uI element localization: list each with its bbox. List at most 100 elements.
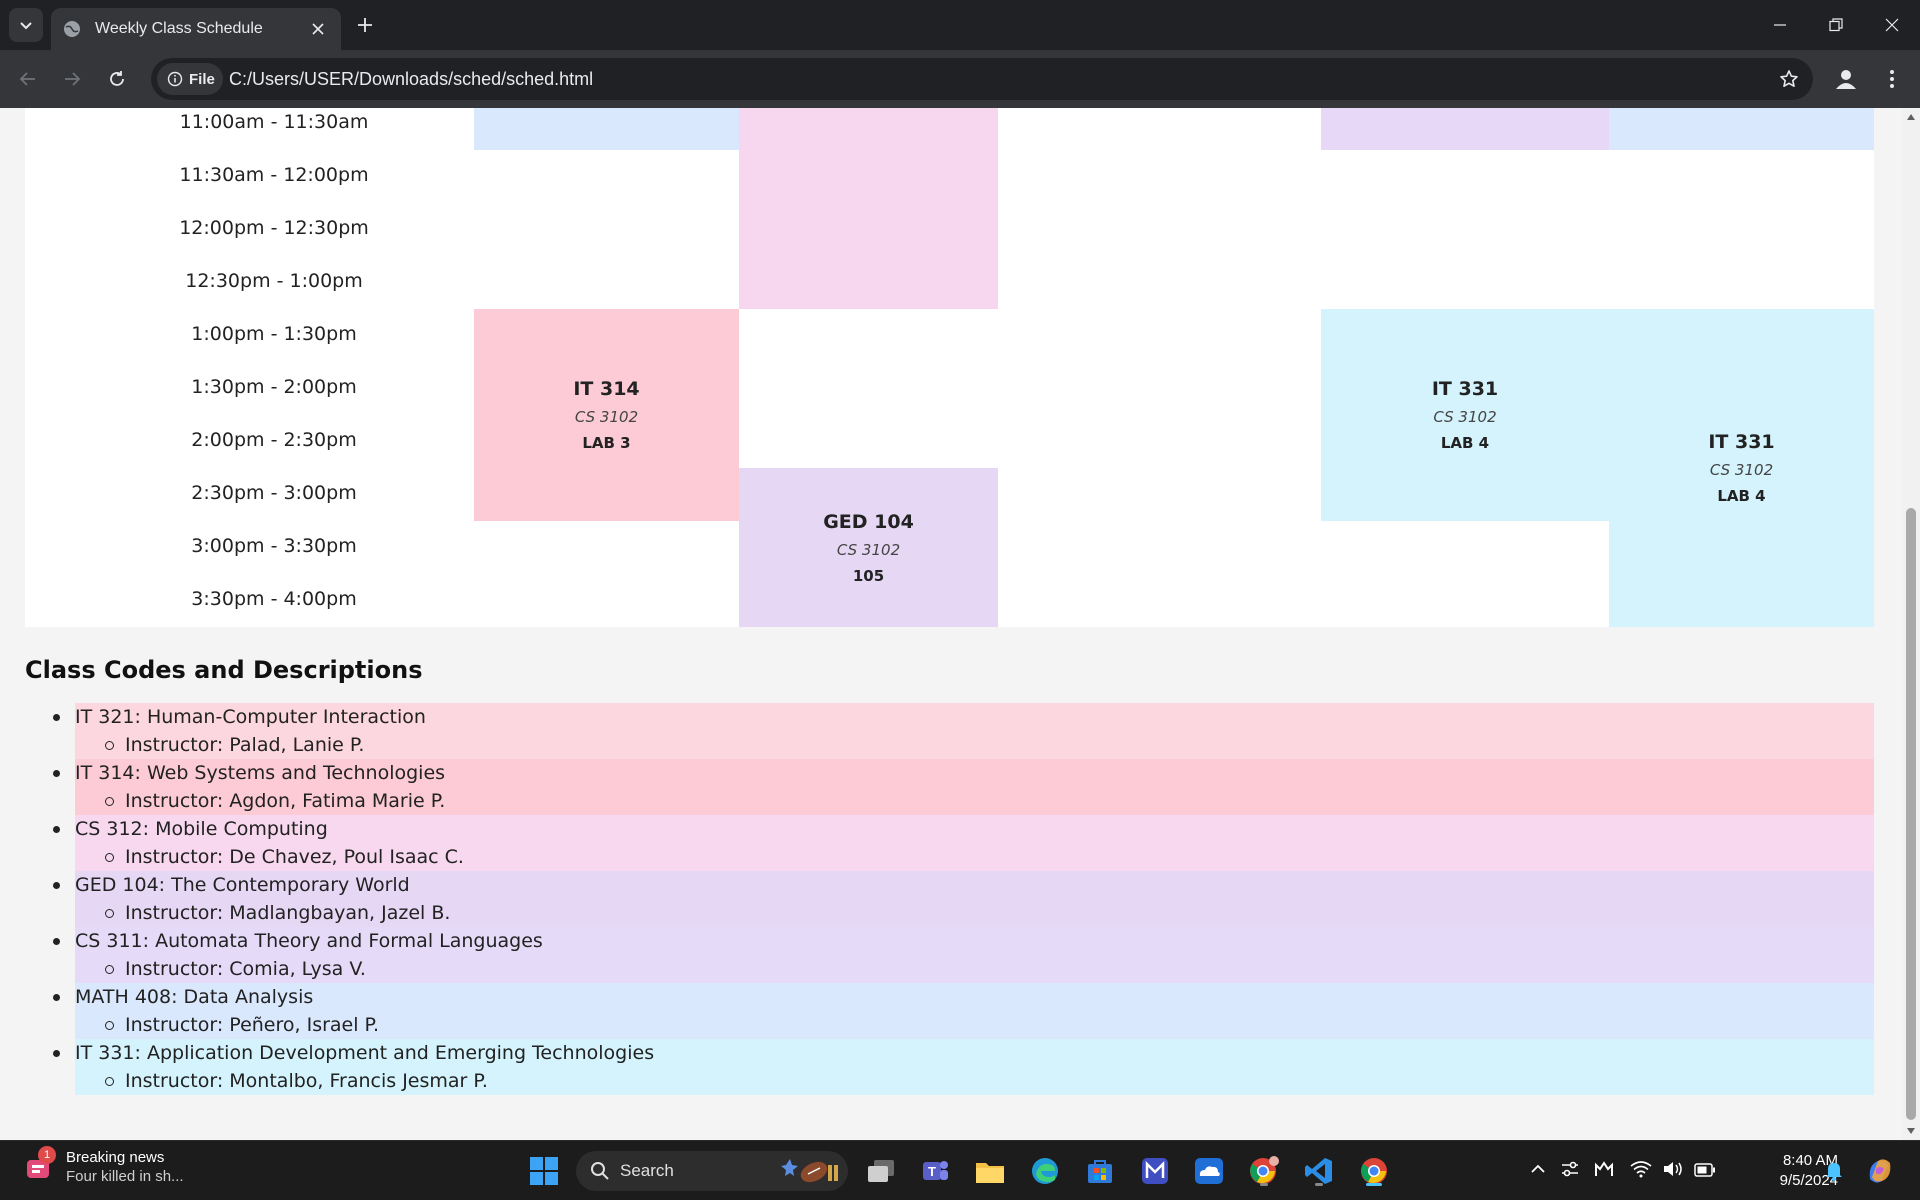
file-explorer-icon[interactable] (972, 1153, 1008, 1189)
close-window-button[interactable] (1864, 0, 1920, 50)
news-widget[interactable]: 1 Breaking news Four killed in sh... (24, 1146, 184, 1185)
course-row: MATH 408: Data Analysis (53, 983, 1874, 1011)
windows-start-icon[interactable] (526, 1153, 562, 1189)
window-controls (1752, 0, 1920, 50)
circle-bullet-icon (105, 1021, 114, 1030)
active-indicator (1366, 1183, 1382, 1186)
new-tab-button[interactable] (352, 12, 378, 38)
scroll-up-icon[interactable] (1906, 112, 1916, 122)
course-row: GED 104: The Contemporary World (53, 871, 1874, 899)
chrome-profile-icon[interactable] (1246, 1153, 1282, 1189)
news-subtitle: Four killed in sh... (66, 1168, 184, 1185)
list-item: MATH 408: Data Analysis Instructor: Peñe… (53, 983, 1874, 1039)
browser-toolbar: File C:/Users/USER/Downloads/sched/sched… (0, 50, 1920, 108)
block-course-code: GED 104 (823, 510, 914, 533)
bullet-icon (53, 938, 60, 945)
restore-icon (1829, 18, 1843, 32)
reload-button[interactable] (102, 64, 132, 94)
copilot-icon[interactable] (1862, 1153, 1898, 1189)
bookmark-star-icon[interactable] (1777, 67, 1801, 91)
tab-search-button[interactable] (9, 8, 43, 42)
time-slot: 2:30pm - 3:00pm (191, 482, 357, 504)
class-block-it331-2[interactable]: IT 331 CS 3102 LAB 4 (1609, 309, 1874, 627)
block-section: CS 3102 (1709, 461, 1774, 479)
taskbar-search[interactable]: Search (576, 1151, 848, 1191)
course-row: IT 314: Web Systems and Technologies (53, 759, 1874, 787)
battery-icon[interactable] (1694, 1162, 1716, 1181)
instructor-name: Instructor: Comia, Lysa V. (125, 958, 366, 980)
course-row: CS 311: Automata Theory and Formal Langu… (53, 927, 1874, 955)
mail-app-icon[interactable] (1137, 1153, 1173, 1189)
address-bar[interactable]: File C:/Users/USER/Downloads/sched/sched… (151, 58, 1813, 100)
block-course-code: IT 331 (1708, 431, 1775, 453)
instructor-row: Instructor: De Chavez, Poul Isaac C. (75, 843, 1874, 871)
scroll-down-icon[interactable] (1906, 1126, 1916, 1136)
tab-close-icon[interactable] (307, 18, 329, 40)
tab-strip: Weekly Class Schedule (0, 0, 1920, 50)
system-tray (1530, 1141, 1716, 1200)
task-view-icon[interactable] (863, 1153, 899, 1189)
class-block-ged104[interactable]: GED 104 CS 3102 105 (739, 468, 998, 627)
time-slot: 2:00pm - 2:30pm (191, 429, 357, 451)
circle-bullet-icon (105, 853, 114, 862)
bullet-icon (53, 770, 60, 777)
descriptions-heading: Class Codes and Descriptions (25, 656, 423, 684)
list-item: CS 312: Mobile Computing Instructor: De … (53, 815, 1874, 871)
onedrive-icon[interactable] (1191, 1153, 1227, 1189)
course-name: IT 331: Application Development and Emer… (75, 1042, 655, 1064)
instructor-name: Instructor: Palad, Lanie P. (125, 734, 365, 756)
circle-bullet-icon (105, 797, 114, 806)
microsoft-store-icon[interactable] (1082, 1153, 1118, 1189)
back-button[interactable] (13, 64, 43, 94)
time-slot: 12:30pm - 1:00pm (185, 270, 363, 292)
course-name: IT 314: Web Systems and Technologies (75, 762, 446, 784)
instructor-name: Instructor: Madlangbayan, Jazel B. (125, 902, 451, 924)
teams-icon[interactable]: T (917, 1153, 953, 1189)
instructor-row: Instructor: Montalbo, Francis Jesmar P. (75, 1067, 1874, 1095)
class-block-it331[interactable]: IT 331 CS 3102 LAB 4 (1321, 309, 1609, 521)
block-room: 105 (852, 566, 885, 585)
close-icon (1885, 18, 1899, 32)
course-row: IT 331: Application Development and Emer… (53, 1039, 1874, 1067)
chrome-icon[interactable] (1356, 1153, 1392, 1189)
bullet-icon (53, 994, 60, 1001)
circle-bullet-icon (105, 965, 114, 974)
settings-sliders-icon[interactable] (1560, 1159, 1580, 1183)
instructor-row: Instructor: Palad, Lanie P. (75, 731, 1874, 759)
svg-text:T: T (928, 1164, 936, 1179)
url-text[interactable]: C:/Users/USER/Downloads/sched/sched.html (229, 58, 593, 100)
running-indicator (1260, 1183, 1268, 1186)
vscode-icon[interactable] (1301, 1153, 1337, 1189)
profile-button[interactable] (1830, 63, 1862, 95)
site-info-chip[interactable]: File (157, 63, 223, 95)
course-row: CS 312: Mobile Computing (53, 815, 1874, 843)
scrollbar-thumb[interactable] (1906, 508, 1916, 1120)
class-block-math408-2 (1609, 108, 1874, 150)
browser-menu-button[interactable] (1880, 63, 1904, 95)
forward-button[interactable] (57, 64, 87, 94)
notification-bell-icon[interactable] (1816, 1153, 1852, 1189)
minimize-button[interactable] (1752, 0, 1808, 50)
arrow-left-icon (19, 72, 35, 86)
class-block-it314[interactable]: IT 314 CS 3102 LAB 3 (474, 309, 739, 521)
tab-weekly-class-schedule[interactable]: Weekly Class Schedule (51, 8, 341, 50)
football-icon (781, 1159, 838, 1183)
block-section: CS 3102 (574, 408, 639, 426)
news-badge: 1 (38, 1146, 56, 1164)
block-room: LAB 3 (582, 434, 631, 452)
course-row: IT 321: Human-Computer Interaction (53, 703, 1874, 731)
instructor-row: Instructor: Agdon, Fatima Marie P. (75, 787, 1874, 815)
chevron-up-icon[interactable] (1530, 1161, 1546, 1181)
time-slot: 11:30am - 12:00pm (179, 164, 369, 186)
course-description-list: IT 321: Human-Computer Interaction Instr… (53, 703, 1874, 1095)
volume-icon[interactable] (1662, 1160, 1684, 1182)
wifi-icon[interactable] (1630, 1160, 1652, 1182)
instructor-row: Instructor: Peñero, Israel P. (75, 1011, 1874, 1039)
info-icon (167, 71, 183, 87)
block-room: LAB 4 (1717, 487, 1766, 505)
vertical-scrollbar[interactable] (1902, 108, 1920, 1140)
restore-button[interactable] (1808, 0, 1864, 50)
class-block-cs311 (1321, 108, 1609, 150)
app-tray-icon[interactable] (1594, 1159, 1614, 1183)
edge-icon[interactable] (1027, 1153, 1063, 1189)
